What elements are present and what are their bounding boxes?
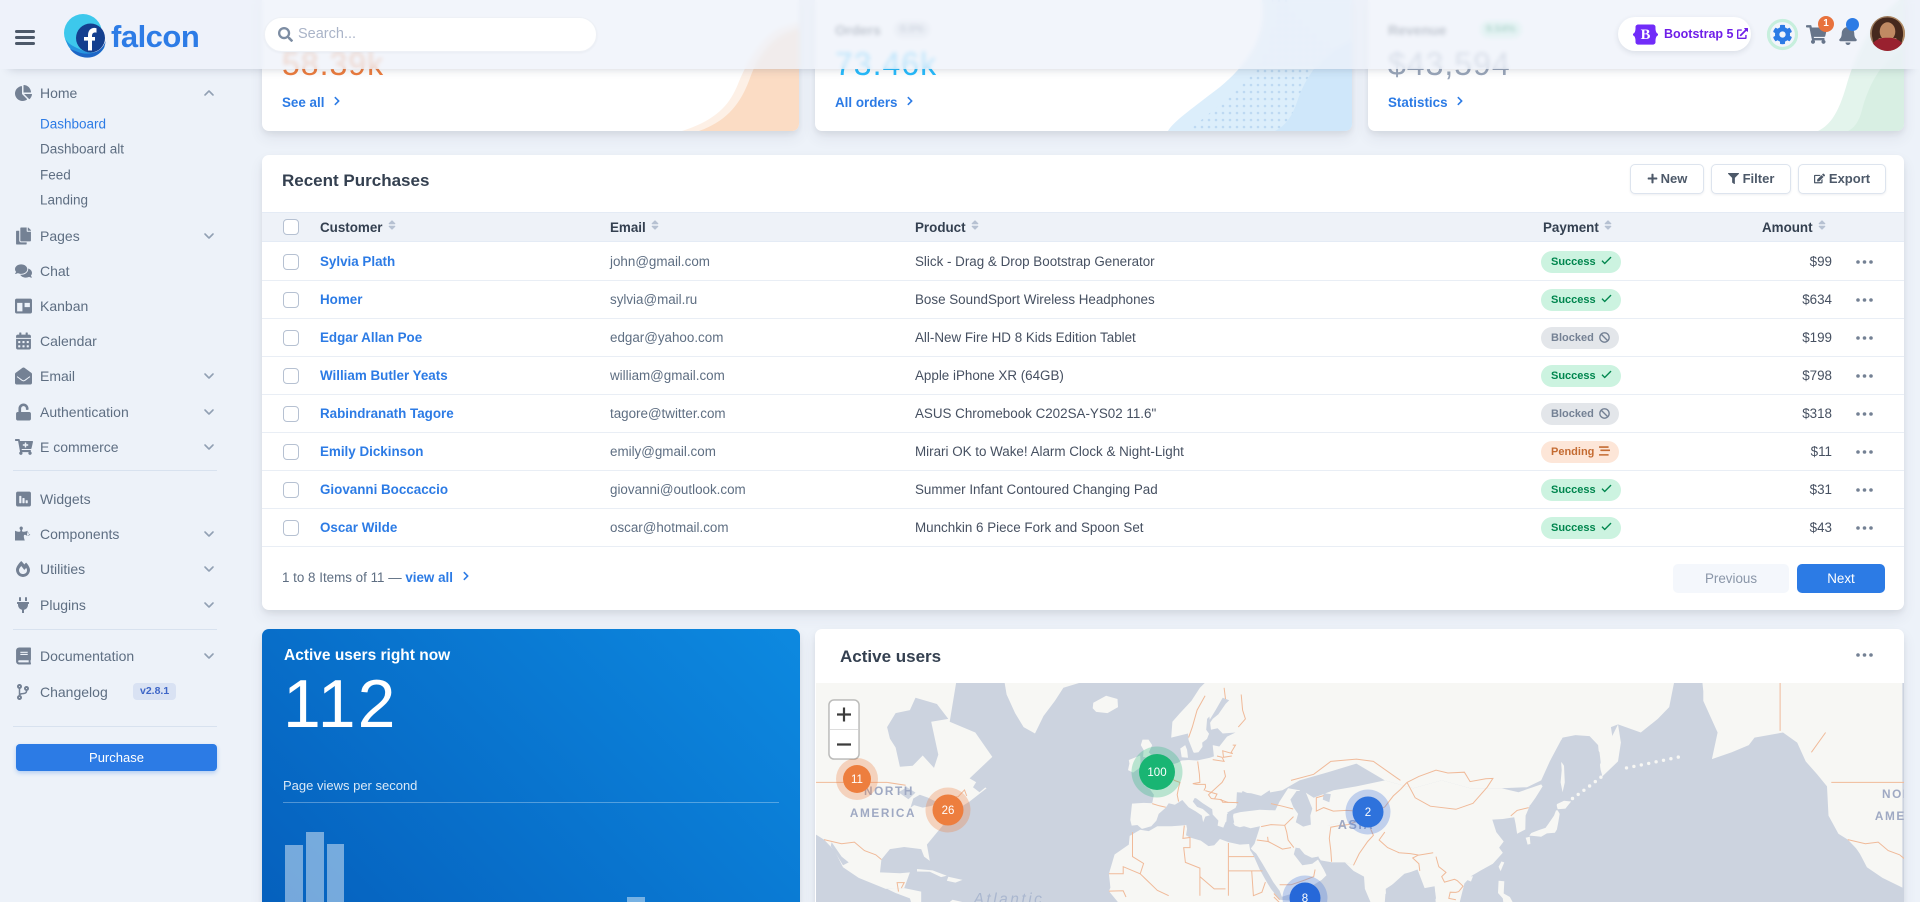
svg-text:11: 11 xyxy=(851,774,863,786)
svg-text:Atlantic: Atlantic xyxy=(973,891,1045,902)
svg-text:100: 100 xyxy=(1147,767,1166,779)
svg-text:AMERICA: AMERICA xyxy=(850,806,916,820)
svg-text:NORTH: NORTH xyxy=(1882,787,1904,801)
svg-text:B: B xyxy=(1641,27,1651,43)
svg-text:AMERICA: AMERICA xyxy=(1875,809,1904,823)
svg-text:8: 8 xyxy=(1302,893,1308,902)
svg-text:26: 26 xyxy=(942,805,955,817)
svg-text:2: 2 xyxy=(1365,807,1371,819)
